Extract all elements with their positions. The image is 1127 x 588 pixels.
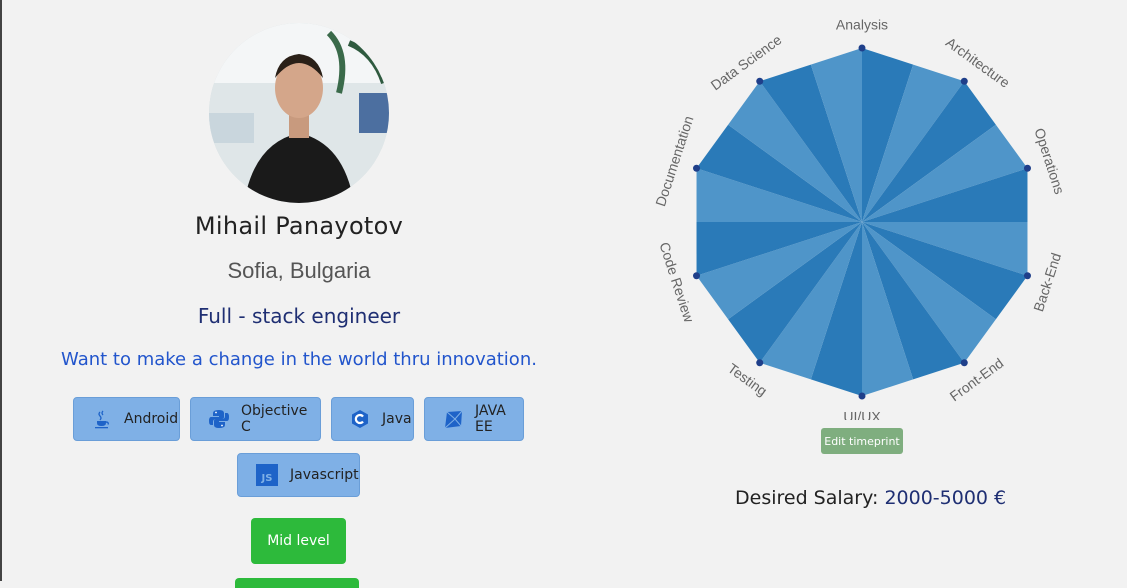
radar-point[interactable] (1023, 272, 1031, 280)
salary-value: 2000-5000 € (884, 487, 1007, 509)
skill-label: Objective C (241, 403, 308, 435)
profile-location: Sofia, Bulgaria (227, 258, 371, 283)
radar-axis-label: Documentation (652, 114, 696, 209)
timeprint-radar: AnalysisArchitectureOperationsBack-EndFr… (652, 17, 1068, 420)
radar-axis-label: UI/UX (843, 409, 881, 420)
radar-axis-label: Code Review (656, 240, 697, 325)
skill-java[interactable]: Java (331, 397, 414, 441)
secondary-button[interactable] (235, 578, 359, 588)
radar-axis-label: Back-End (1030, 251, 1064, 314)
radar-axis-label: Operations (1031, 126, 1067, 196)
skill-label: Javascript (290, 467, 359, 483)
js-icon: JS (256, 464, 278, 486)
profile-role: Full - stack engineer (197, 304, 401, 328)
skill-android[interactable]: Android (73, 397, 180, 441)
skill-label: JAVA EE (475, 403, 506, 435)
python-icon (209, 408, 229, 430)
radar-point[interactable] (693, 272, 701, 280)
java-coffee-icon (92, 408, 112, 430)
radar-point[interactable] (756, 359, 764, 367)
c-language-icon (350, 408, 370, 430)
edit-timeprint-button[interactable]: Edit timeprint (821, 428, 903, 454)
avatar (209, 23, 389, 203)
window-border (0, 0, 2, 581)
radar-point[interactable] (756, 77, 764, 85)
skill-label: Android (124, 411, 179, 427)
skill-java-ee[interactable]: JAVA EE (424, 397, 524, 441)
radar-point[interactable] (858, 392, 866, 400)
radar-point[interactable] (960, 77, 968, 85)
profile-motto: Want to make a change in the world thru … (61, 349, 537, 370)
radar-point[interactable] (693, 164, 701, 172)
radar-axis-label: Analysis (836, 17, 888, 33)
radar-axis-label: Testing (725, 360, 770, 399)
svg-text:JS: JS (261, 473, 273, 484)
level-button[interactable]: Mid level (251, 518, 346, 564)
profile-name: Mihail Panayotov (194, 212, 404, 240)
skill-objective-c[interactable]: Objective C (190, 397, 321, 441)
radar-point[interactable] (858, 44, 866, 52)
ruby-gem-icon (443, 408, 463, 430)
radar-point[interactable] (960, 359, 968, 367)
radar-point[interactable] (1023, 164, 1031, 172)
skill-javascript[interactable]: JS Javascript (237, 453, 360, 497)
skill-label: Java (382, 411, 412, 427)
desired-salary: Desired Salary: 2000-5000 € (735, 487, 1006, 509)
salary-label: Desired Salary: (735, 487, 879, 509)
